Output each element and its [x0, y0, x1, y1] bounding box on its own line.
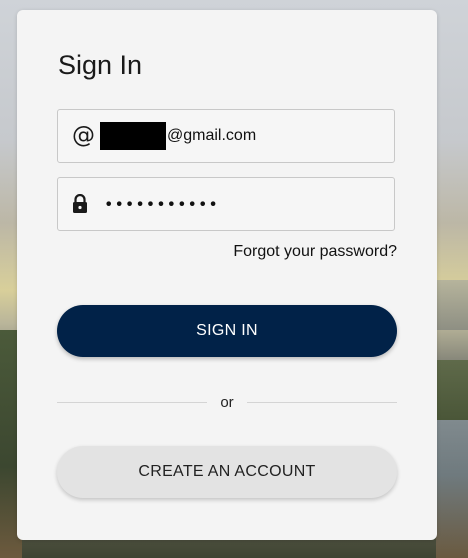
redaction-block: [100, 122, 166, 150]
password-masked-value: •••••••••••: [104, 194, 219, 214]
email-domain: @gmail.com: [167, 127, 257, 144]
page-title: Sign In: [58, 50, 143, 80]
password-field[interactable]: •••••••••••: [57, 177, 395, 231]
create-account-button[interactable]: CREATE AN ACCOUNT: [57, 446, 397, 498]
sign-in-button[interactable]: SIGN IN: [57, 305, 397, 357]
divider-line-right: [247, 402, 397, 403]
background-building-right: [436, 420, 468, 558]
forgot-password-link[interactable]: Forgot your password?: [233, 243, 397, 261]
email-value: @gmail.com: [100, 122, 256, 150]
at-icon: @: [72, 122, 95, 149]
sign-in-card: Sign In @ @gmail.com ••••••••••• Forgot …: [17, 10, 437, 540]
background-water-right: [436, 280, 468, 330]
or-divider: or: [57, 394, 397, 411]
background-trees-right: [436, 360, 468, 420]
email-field[interactable]: @ @gmail.com: [57, 109, 395, 163]
lock-icon: [72, 194, 88, 214]
